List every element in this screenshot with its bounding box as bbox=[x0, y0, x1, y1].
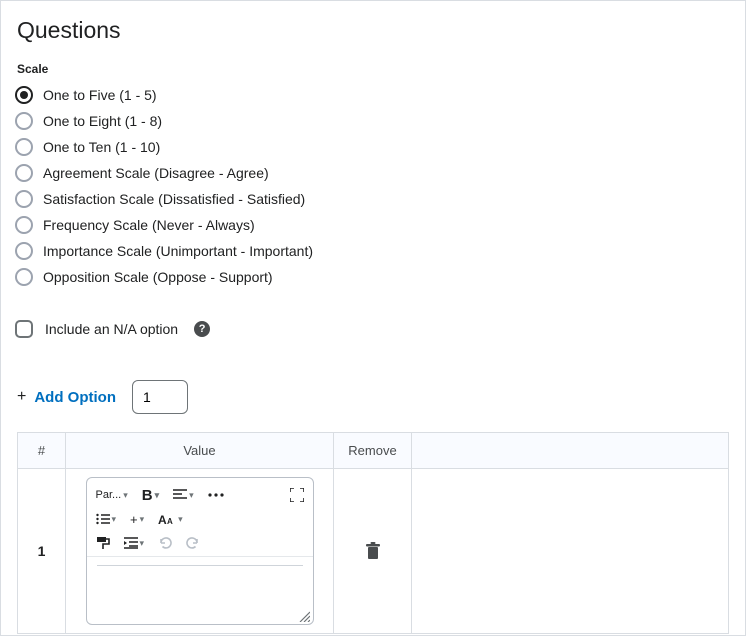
list-button[interactable]: ▾ bbox=[93, 508, 120, 530]
col-header-blank bbox=[412, 433, 729, 469]
row-remove-cell bbox=[334, 469, 412, 634]
undo-button[interactable] bbox=[155, 532, 175, 554]
radio-icon[interactable] bbox=[15, 216, 33, 234]
fullscreen-button[interactable] bbox=[287, 484, 307, 506]
col-header-number: # bbox=[18, 433, 66, 469]
radio-label: One to Ten (1 - 10) bbox=[43, 139, 160, 155]
na-checkbox-label: Include an N/A option bbox=[45, 321, 178, 337]
radio-label: Importance Scale (Unimportant - Importan… bbox=[43, 243, 313, 259]
radio-label: Agreement Scale (Disagree - Agree) bbox=[43, 165, 269, 181]
indent-button[interactable]: ▾ bbox=[121, 532, 148, 554]
radio-icon[interactable] bbox=[15, 86, 33, 104]
scale-group-label: Scale bbox=[17, 62, 729, 76]
scale-radio-option[interactable]: One to Five (1 - 5) bbox=[15, 84, 729, 106]
radio-label: Opposition Scale (Oppose - Support) bbox=[43, 269, 273, 285]
help-icon[interactable]: ? bbox=[194, 321, 210, 337]
more-button[interactable] bbox=[205, 484, 227, 506]
radio-icon[interactable] bbox=[15, 190, 33, 208]
radio-label: One to Five (1 - 5) bbox=[43, 87, 157, 103]
align-button[interactable]: ▾ bbox=[170, 484, 197, 506]
editor-textarea[interactable] bbox=[97, 563, 303, 616]
row-blank-cell bbox=[412, 469, 729, 634]
radio-label: Satisfaction Scale (Dissatisfied - Satis… bbox=[43, 191, 305, 207]
radio-icon[interactable] bbox=[15, 164, 33, 182]
editor-toolbar: Par...▾ B▾ ▾ bbox=[87, 478, 313, 557]
add-option-button[interactable]: + Add Option bbox=[17, 388, 116, 406]
remove-row-button[interactable] bbox=[361, 538, 385, 564]
scale-radio-option[interactable]: One to Ten (1 - 10) bbox=[15, 136, 729, 158]
scale-radio-option[interactable]: Satisfaction Scale (Dissatisfied - Satis… bbox=[15, 188, 729, 210]
svg-text:A: A bbox=[158, 513, 167, 526]
trash-icon bbox=[365, 542, 381, 560]
add-option-label: Add Option bbox=[34, 389, 116, 406]
insert-button[interactable]: +▾ bbox=[127, 508, 147, 530]
row-number: 1 bbox=[18, 469, 66, 634]
table-row: 1 Par...▾ B▾ ▾ bbox=[18, 469, 729, 634]
add-option-count-input[interactable] bbox=[132, 380, 188, 414]
questions-panel: Questions Scale One to Five (1 - 5)One t… bbox=[0, 0, 746, 636]
scale-radio-option[interactable]: One to Eight (1 - 8) bbox=[15, 110, 729, 132]
add-option-row: + Add Option bbox=[17, 380, 729, 414]
svg-text:A: A bbox=[167, 517, 173, 526]
rich-text-editor[interactable]: Par...▾ B▾ ▾ bbox=[86, 477, 314, 625]
na-option-row: Include an N/A option ? bbox=[15, 320, 729, 338]
radio-label: One to Eight (1 - 8) bbox=[43, 113, 162, 129]
col-header-remove: Remove bbox=[334, 433, 412, 469]
radio-icon[interactable] bbox=[15, 138, 33, 156]
scale-radio-group: One to Five (1 - 5) One to Eight (1 - 8) O… bbox=[15, 84, 729, 288]
na-checkbox[interactable] bbox=[15, 320, 33, 338]
bold-button[interactable]: B▾ bbox=[139, 484, 162, 506]
page-title: Questions bbox=[17, 17, 729, 44]
radio-icon[interactable] bbox=[15, 242, 33, 260]
col-header-value: Value bbox=[66, 433, 334, 469]
radio-label: Frequency Scale (Never - Always) bbox=[43, 217, 255, 233]
format-paint-button[interactable] bbox=[93, 532, 113, 554]
redo-button[interactable] bbox=[183, 532, 203, 554]
radio-icon[interactable] bbox=[15, 268, 33, 286]
radio-icon[interactable] bbox=[15, 112, 33, 130]
plus-icon: + bbox=[17, 388, 26, 406]
row-value-cell: Par...▾ B▾ ▾ bbox=[66, 469, 334, 634]
scale-radio-option[interactable]: Opposition Scale (Oppose - Support) bbox=[15, 266, 729, 288]
font-size-button[interactable]: AA ▾ bbox=[155, 508, 186, 530]
scale-radio-option[interactable]: Importance Scale (Unimportant - Importan… bbox=[15, 240, 729, 262]
options-table: # Value Remove 1 Par...▾ B▾ bbox=[17, 432, 729, 634]
scale-radio-option[interactable]: Frequency Scale (Never - Always) bbox=[15, 214, 729, 236]
paragraph-style-dropdown[interactable]: Par...▾ bbox=[93, 484, 131, 506]
scale-radio-option[interactable]: Agreement Scale (Disagree - Agree) bbox=[15, 162, 729, 184]
resize-handle-icon[interactable] bbox=[298, 610, 310, 622]
